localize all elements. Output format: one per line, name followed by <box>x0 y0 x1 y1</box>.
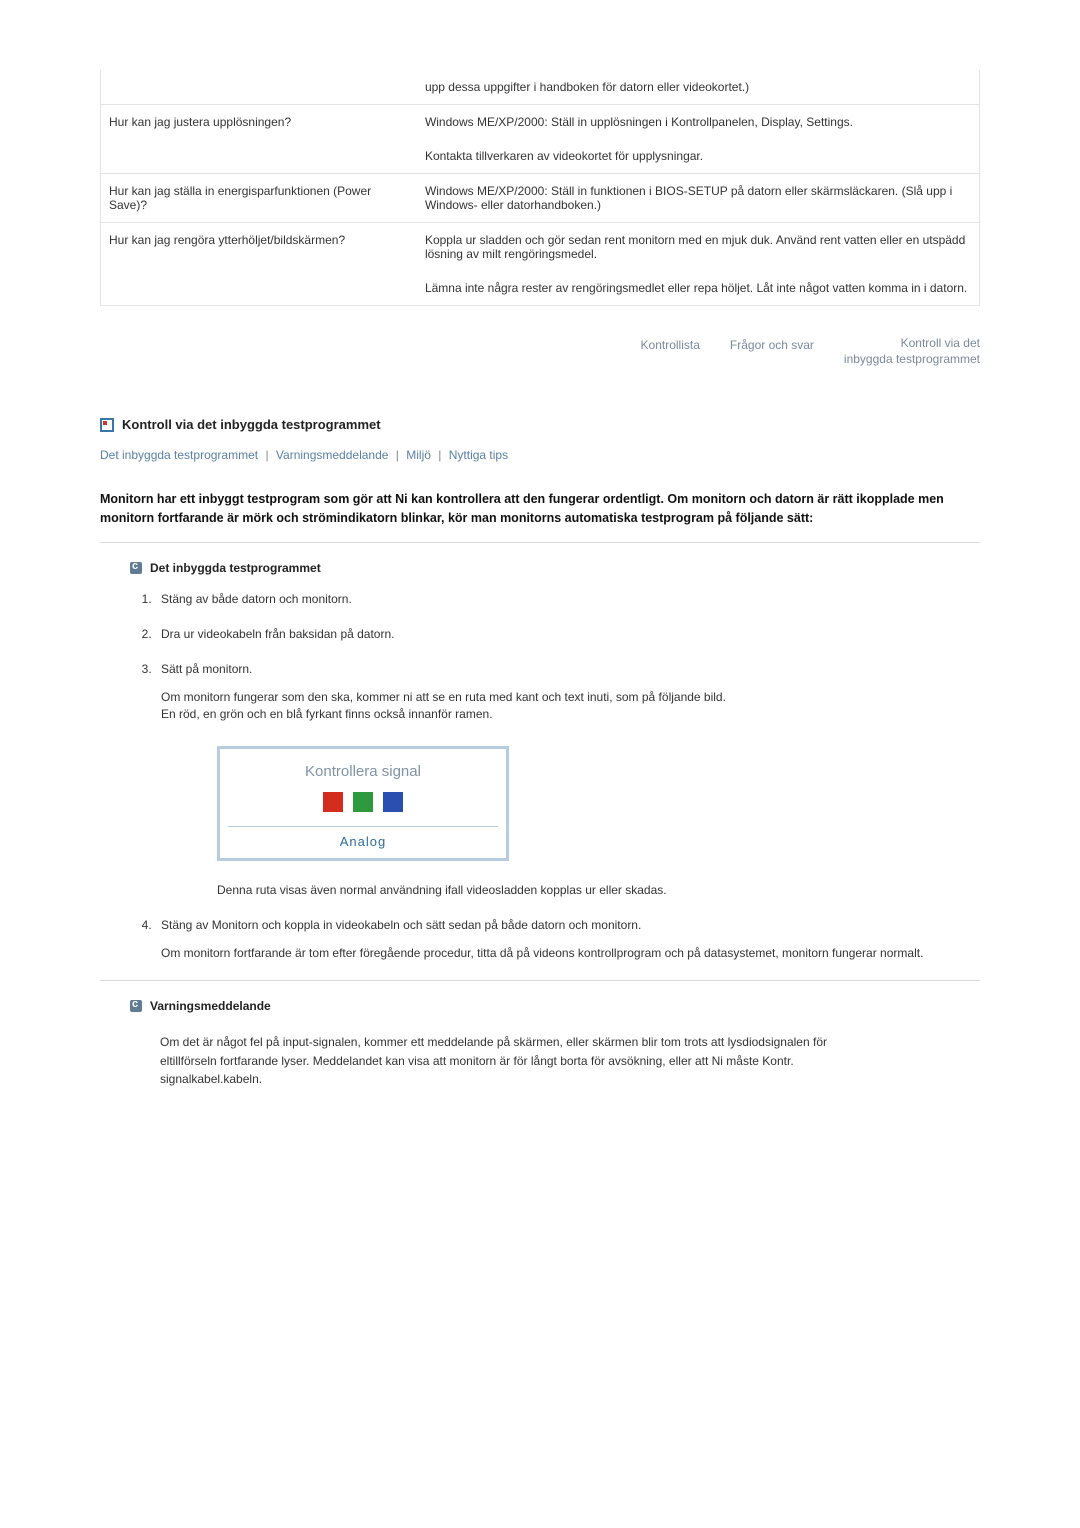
warning-paragraph: Om det är något fel på input-signalen, k… <box>160 1033 880 1089</box>
signal-check-box: Kontrollera signal Analog <box>217 746 509 862</box>
sub-navigation: Kontrollista Frågor och svar Kontroll vi… <box>560 336 980 367</box>
section-title: Kontroll via det inbyggda testprogrammet <box>122 417 381 432</box>
answer-cell: Kontakta tillverkaren av videokortet för… <box>417 139 980 174</box>
step-note: En röd, en grön och en blå fyrkant finns… <box>161 706 980 723</box>
subnav-kontrollista[interactable]: Kontrollista <box>641 336 700 367</box>
inline-link-row: Det inbyggda testprogrammet | Varningsme… <box>100 448 980 462</box>
list-item: Stäng av både datorn och monitorn. <box>155 591 980 608</box>
answer-cell: Windows ME/XP/2000: Ställ in upplösninge… <box>417 105 980 140</box>
step-text: Stäng av både datorn och monitorn. <box>161 592 352 606</box>
table-row: upp dessa uppgifter i handboken för dato… <box>101 70 980 105</box>
table-row: Lämna inte några rester av rengöringsmed… <box>101 271 980 306</box>
answer-cell: upp dessa uppgifter i handboken för dato… <box>417 70 980 105</box>
step-note: Om monitorn fungerar som den ska, kommer… <box>161 689 980 706</box>
c-bullet-icon <box>130 1000 142 1012</box>
pipe-separator: | <box>434 448 445 462</box>
question-cell <box>101 70 417 105</box>
subheading-text: Varningsmeddelande <box>150 999 271 1013</box>
divider <box>100 542 980 543</box>
rgb-squares <box>228 792 498 812</box>
steps-list: Stäng av både datorn och monitorn. Dra u… <box>100 591 980 962</box>
subnav-fragor-och-svar[interactable]: Frågor och svar <box>730 336 814 367</box>
square-bullet-icon <box>100 418 114 432</box>
link-miljo[interactable]: Miljö <box>406 448 431 462</box>
c-bullet-icon <box>130 562 142 574</box>
table-row: Hur kan jag rengöra ytterhöljet/bildskär… <box>101 223 980 272</box>
subheading-row: Varningsmeddelande <box>130 999 980 1013</box>
intro-bold-paragraph: Monitorn har ett inbyggt testprogram som… <box>100 490 980 528</box>
list-item: Sätt på monitorn. Om monitorn fungerar s… <box>155 661 980 899</box>
subnav-line2: inbyggda testprogrammet <box>844 352 980 366</box>
link-varningsmeddelande[interactable]: Varningsmeddelande <box>276 448 389 462</box>
question-cell: Hur kan jag ställa in energisparfunktion… <box>101 174 417 223</box>
section-title-row: Kontroll via det inbyggda testprogrammet <box>100 417 980 432</box>
pipe-separator: | <box>392 448 403 462</box>
blue-square-icon <box>383 792 403 812</box>
subheading-row: Det inbyggda testprogrammet <box>130 561 980 575</box>
question-cell: Hur kan jag justera upplösningen? <box>101 105 417 140</box>
step-text: Stäng av Monitorn och koppla in videokab… <box>161 918 641 932</box>
pipe-separator: | <box>261 448 272 462</box>
step-text: Sätt på monitorn. <box>161 662 252 676</box>
table-row: Hur kan jag justera upplösningen? Window… <box>101 105 980 140</box>
green-square-icon <box>353 792 373 812</box>
after-box-note: Denna ruta visas även normal användning … <box>217 881 980 899</box>
subnav-line1: Kontroll via det <box>901 336 980 350</box>
table-row: Hur kan jag ställa in energisparfunktion… <box>101 174 980 223</box>
link-inbyggda-testprogrammet[interactable]: Det inbyggda testprogrammet <box>100 448 258 462</box>
answer-cell: Koppla ur sladden och gör sedan rent mon… <box>417 223 980 272</box>
red-square-icon <box>323 792 343 812</box>
question-cell <box>101 271 417 306</box>
question-cell: Hur kan jag rengöra ytterhöljet/bildskär… <box>101 223 417 272</box>
subheading-text: Det inbyggda testprogrammet <box>150 561 321 575</box>
signal-box-caption: Kontrollera signal <box>228 761 498 783</box>
table-row: Kontakta tillverkaren av videokortet för… <box>101 139 980 174</box>
step-text: Dra ur videokabeln från baksidan på dato… <box>161 627 394 641</box>
question-cell <box>101 139 417 174</box>
qa-table: upp dessa uppgifter i handboken för dato… <box>100 70 980 306</box>
divider <box>100 980 980 981</box>
answer-cell: Windows ME/XP/2000: Ställ in funktionen … <box>417 174 980 223</box>
list-item: Stäng av Monitorn och koppla in videokab… <box>155 917 980 962</box>
subnav-kontroll-via-test[interactable]: Kontroll via det inbyggda testprogrammet <box>844 336 980 367</box>
step-note: Om monitorn fortfarande är tom efter för… <box>161 945 980 962</box>
link-nyttiga-tips[interactable]: Nyttiga tips <box>449 448 508 462</box>
list-item: Dra ur videokabeln från baksidan på dato… <box>155 626 980 643</box>
answer-cell: Lämna inte några rester av rengöringsmed… <box>417 271 980 306</box>
signal-box-bottom: Analog <box>228 826 498 852</box>
